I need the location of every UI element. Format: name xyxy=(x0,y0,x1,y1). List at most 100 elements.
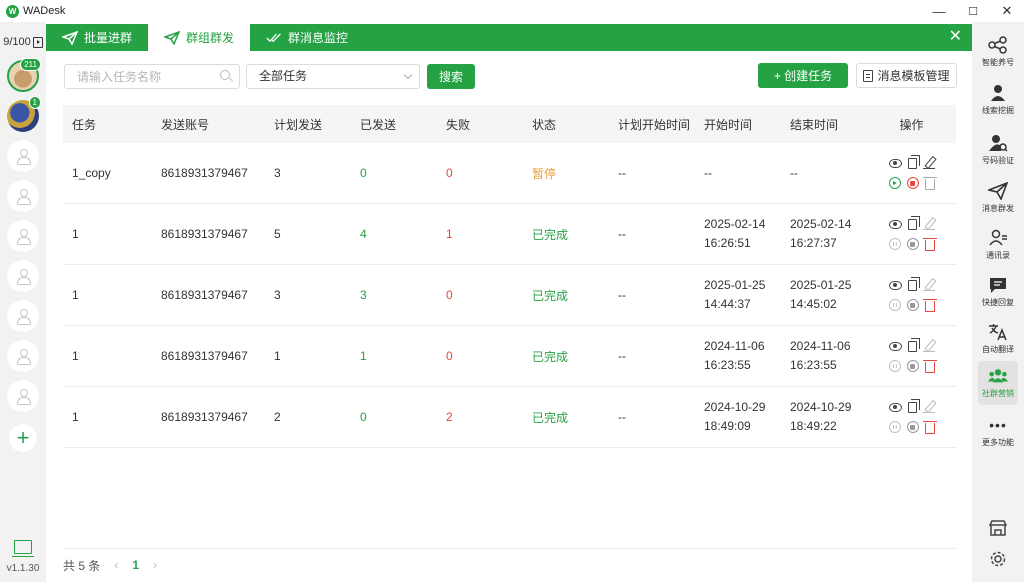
failed-count: 1 xyxy=(446,227,453,241)
nav-message-broadcast[interactable]: 消息群发 xyxy=(978,176,1018,220)
column-header: 结束时间 xyxy=(790,117,839,132)
end-time: 2025-02-14 16:27:37 xyxy=(781,215,867,253)
account-count[interactable]: 9/100 xyxy=(0,36,46,48)
delete-icon[interactable] xyxy=(922,298,937,312)
store-icon[interactable] xyxy=(988,518,1008,538)
end-clock: 14:45:02 xyxy=(790,297,837,311)
pause-icon xyxy=(888,238,901,250)
nav-label: 智能养号 xyxy=(982,58,1014,67)
tab-label: 批量进群 xyxy=(84,31,133,45)
prev-page-button[interactable]: ‹ xyxy=(114,558,118,572)
delete-icon[interactable] xyxy=(922,176,937,190)
task-table: 任务 发送账号 计划发送 已发送 失败 状态 计划开始时间 开始时间 结束时间 … xyxy=(63,105,956,448)
person-icon xyxy=(16,349,31,365)
start-date: 2025-01-25 xyxy=(704,278,766,292)
close-window-button[interactable]: ✕ xyxy=(990,0,1024,22)
toolbar: 全部任务 搜索 + 创建任务 消息模板管理 xyxy=(46,51,972,101)
send-account: 8618931379467 xyxy=(161,349,248,363)
task-filter-value: 全部任务 xyxy=(259,69,308,83)
feature-sidebar: 智能养号 线索挖掘 号码验证 消息群发 通讯录 快捷回复 自动翻译 社群营销 •… xyxy=(972,22,1024,582)
expand-panel-icon[interactable] xyxy=(32,36,43,48)
end-date: 2024-11-06 xyxy=(790,339,851,353)
start-clock: 16:26:51 xyxy=(704,236,751,250)
end-clock: 16:27:37 xyxy=(790,236,837,250)
tab-group-broadcast[interactable]: 群组群发 xyxy=(148,24,251,51)
copy-icon[interactable] xyxy=(907,337,920,352)
row-actions xyxy=(867,398,956,434)
delete-icon[interactable] xyxy=(922,359,937,373)
empty-account-slot[interactable] xyxy=(7,180,39,212)
send-account: 8618931379467 xyxy=(161,288,248,302)
page-number[interactable]: 1 xyxy=(132,558,139,572)
add-account-button[interactable]: + xyxy=(9,424,37,452)
person-icon xyxy=(16,269,31,285)
stop-icon[interactable] xyxy=(906,177,919,189)
nav-more-features[interactable]: ••• 更多功能 xyxy=(978,410,1018,454)
tab-batch-join[interactable]: 批量进群 xyxy=(46,24,148,51)
view-icon[interactable] xyxy=(888,341,902,351)
settings-gear-icon[interactable] xyxy=(988,549,1008,569)
edit-icon[interactable] xyxy=(922,157,935,169)
task-name-search-input[interactable] xyxy=(64,64,240,89)
nav-lead-mining[interactable]: 线索挖掘 xyxy=(978,78,1018,122)
account-sidebar: 9/100 211 1 + v1.1.30 xyxy=(0,22,46,582)
empty-account-slot[interactable] xyxy=(7,220,39,252)
end-date: 2024-10-29 xyxy=(790,400,852,414)
message-template-button[interactable]: 消息模板管理 xyxy=(856,63,957,88)
end-time: -- xyxy=(781,164,867,183)
nav-contacts[interactable]: 通讯录 xyxy=(978,223,1018,267)
nav-smart-warmup[interactable]: 智能养号 xyxy=(978,30,1018,74)
task-name: 1_copy xyxy=(72,166,111,180)
column-header: 操作 xyxy=(899,117,924,132)
view-icon[interactable] xyxy=(888,219,902,229)
column-header: 失败 xyxy=(446,117,471,132)
copy-icon[interactable] xyxy=(907,398,920,413)
maximize-button[interactable]: ☐ xyxy=(956,0,990,22)
next-page-button[interactable]: › xyxy=(153,558,157,572)
copy-icon[interactable] xyxy=(907,276,920,291)
empty-account-slot[interactable] xyxy=(7,140,39,172)
nav-auto-translate[interactable]: 自动翻译 xyxy=(978,317,1018,361)
copy-icon[interactable] xyxy=(907,215,920,230)
create-task-button[interactable]: + 创建任务 xyxy=(758,63,848,88)
row-actions xyxy=(867,276,956,312)
app-version: v1.1.30 xyxy=(6,563,40,574)
nav-community-marketing[interactable]: 社群营销 xyxy=(978,361,1018,405)
copy-icon[interactable] xyxy=(907,154,920,169)
view-icon[interactable] xyxy=(888,402,902,412)
play-icon[interactable] xyxy=(888,177,901,189)
sent-count: 3 xyxy=(360,288,367,302)
nav-number-verify[interactable]: 号码验证 xyxy=(978,128,1018,172)
planned-count: 5 xyxy=(274,227,281,241)
contacts-icon xyxy=(988,229,1008,247)
send-account: 8618931379467 xyxy=(161,227,248,241)
minimize-button[interactable]: — xyxy=(922,0,956,22)
delete-icon[interactable] xyxy=(922,420,937,434)
nav-label: 通讯录 xyxy=(986,251,1010,260)
end-clock: 16:23:55 xyxy=(790,358,837,372)
account-avatar-active[interactable]: 211 xyxy=(7,58,41,92)
account-avatar[interactable]: 1 xyxy=(7,96,41,132)
nav-quick-reply[interactable]: 快捷回复 xyxy=(978,270,1018,314)
empty-account-slot[interactable] xyxy=(7,260,39,292)
view-icon[interactable] xyxy=(888,280,902,290)
nav-label: 社群营销 xyxy=(982,389,1014,398)
search-button[interactable]: 搜索 xyxy=(427,64,475,89)
empty-account-slot[interactable] xyxy=(7,300,39,332)
close-tab-icon[interactable]: ✕ xyxy=(949,29,962,45)
double-check-icon xyxy=(266,33,281,42)
chart-monitor-icon[interactable] xyxy=(12,540,34,557)
tab-group-monitor[interactable]: 群消息监控 xyxy=(250,24,364,51)
planned-count: 1 xyxy=(274,349,281,363)
view-icon[interactable] xyxy=(888,158,902,168)
delete-icon[interactable] xyxy=(922,237,937,251)
planned-count: 3 xyxy=(274,166,281,180)
empty-account-slot[interactable] xyxy=(7,340,39,372)
edit-icon xyxy=(922,340,935,352)
task-filter-select[interactable]: 全部任务 xyxy=(246,64,420,89)
chat-icon xyxy=(988,276,1008,294)
sent-count: 0 xyxy=(360,410,367,424)
table-row: 1 8618931379467 3 3 0 已完成 -- 2025-01-25 1… xyxy=(63,265,956,326)
start-clock: 18:49:09 xyxy=(704,419,751,433)
empty-account-slot[interactable] xyxy=(7,380,39,412)
